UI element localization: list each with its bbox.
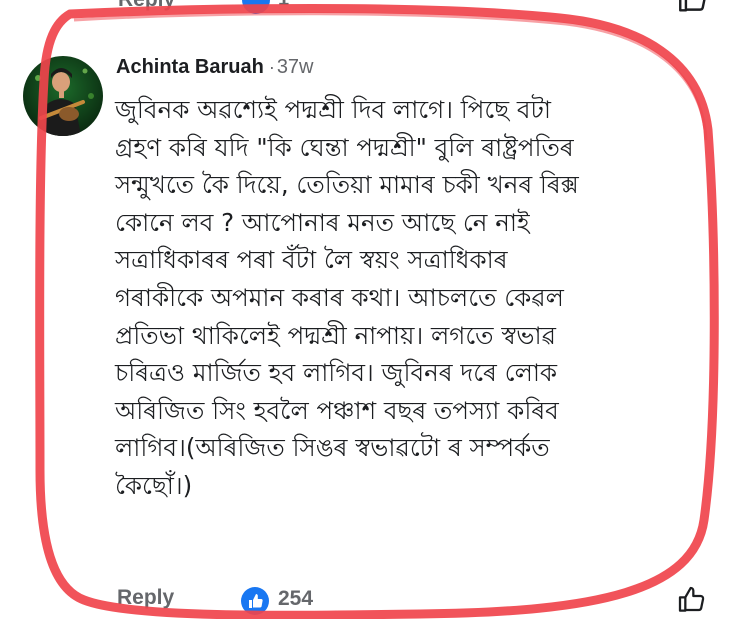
previous-comment-actions: Reply 1	[0, 0, 738, 14]
reaction-count[interactable]: 254	[278, 587, 313, 611]
thumbs-up-outline-icon[interactable]	[676, 584, 708, 616]
comment-line: অৰিজিত সিং হবলৈ পঞ্চাশ বছৰ তপস্যা কৰিব	[115, 395, 559, 425]
separator-dot: ·	[268, 57, 275, 77]
comment-line: সত্ৰাধিকাৰৰ পৰা বঁটা লৈ স্বয়ং সত্ৰাধিকা…	[115, 245, 508, 275]
comment-header: Achinta Baruah · 37w	[116, 56, 314, 82]
comment-timestamp[interactable]: 37w	[277, 56, 314, 78]
comment-text: জুবিনক অৱশ্যেই পদ্মশ্ৰী দিব লাগে। পিছে ব…	[115, 91, 715, 505]
reply-link[interactable]: Reply	[117, 586, 174, 610]
comment-line: গ্ৰহণ কৰি যদি "কি ঘেন্তা পদ্মশ্ৰী" বুলি …	[115, 132, 574, 162]
author-name[interactable]: Achinta Baruah	[116, 56, 264, 78]
thumbs-up-outline-icon[interactable]	[676, 0, 710, 20]
previous-reply-link[interactable]: Reply	[118, 0, 175, 12]
avatar[interactable]	[23, 56, 103, 136]
comment-line: জুবিনক অৱশ্যেই পদ্মশ্ৰী দিব লাগে। পিছে ব…	[115, 95, 551, 124]
comment-line: লাগিব।(অৰিজিত সিঙৰ স্বভাৱটো ৰ সম্পৰ্কত	[115, 433, 550, 463]
comment-line: গৰাকীকে অপমান কৰাৰ কথা। আচলতে কেৱল	[115, 282, 564, 312]
comment-line: চৰিত্ৰও মাৰ্জিত হব লাগিব। জুবিনৰ দৰে লোক	[115, 358, 558, 388]
like-badge-icon	[242, 0, 270, 14]
comment-line: কোনে লব ? আপোনাৰ মনত আছে নে নাই	[115, 207, 530, 237]
comment-line: প্ৰতিভা থাকিলেই পদ্মশ্ৰী নাপায়। লগতে স্…	[115, 320, 556, 350]
comment-line: সন্মুখতে কৈ দিয়ে, তেতিয়া মামাৰ চকী খনৰ…	[115, 170, 579, 200]
like-badge-icon	[240, 586, 270, 616]
comment-line: কৈছোঁ।)	[115, 470, 193, 500]
previous-like-count[interactable]: 1	[278, 0, 289, 11]
